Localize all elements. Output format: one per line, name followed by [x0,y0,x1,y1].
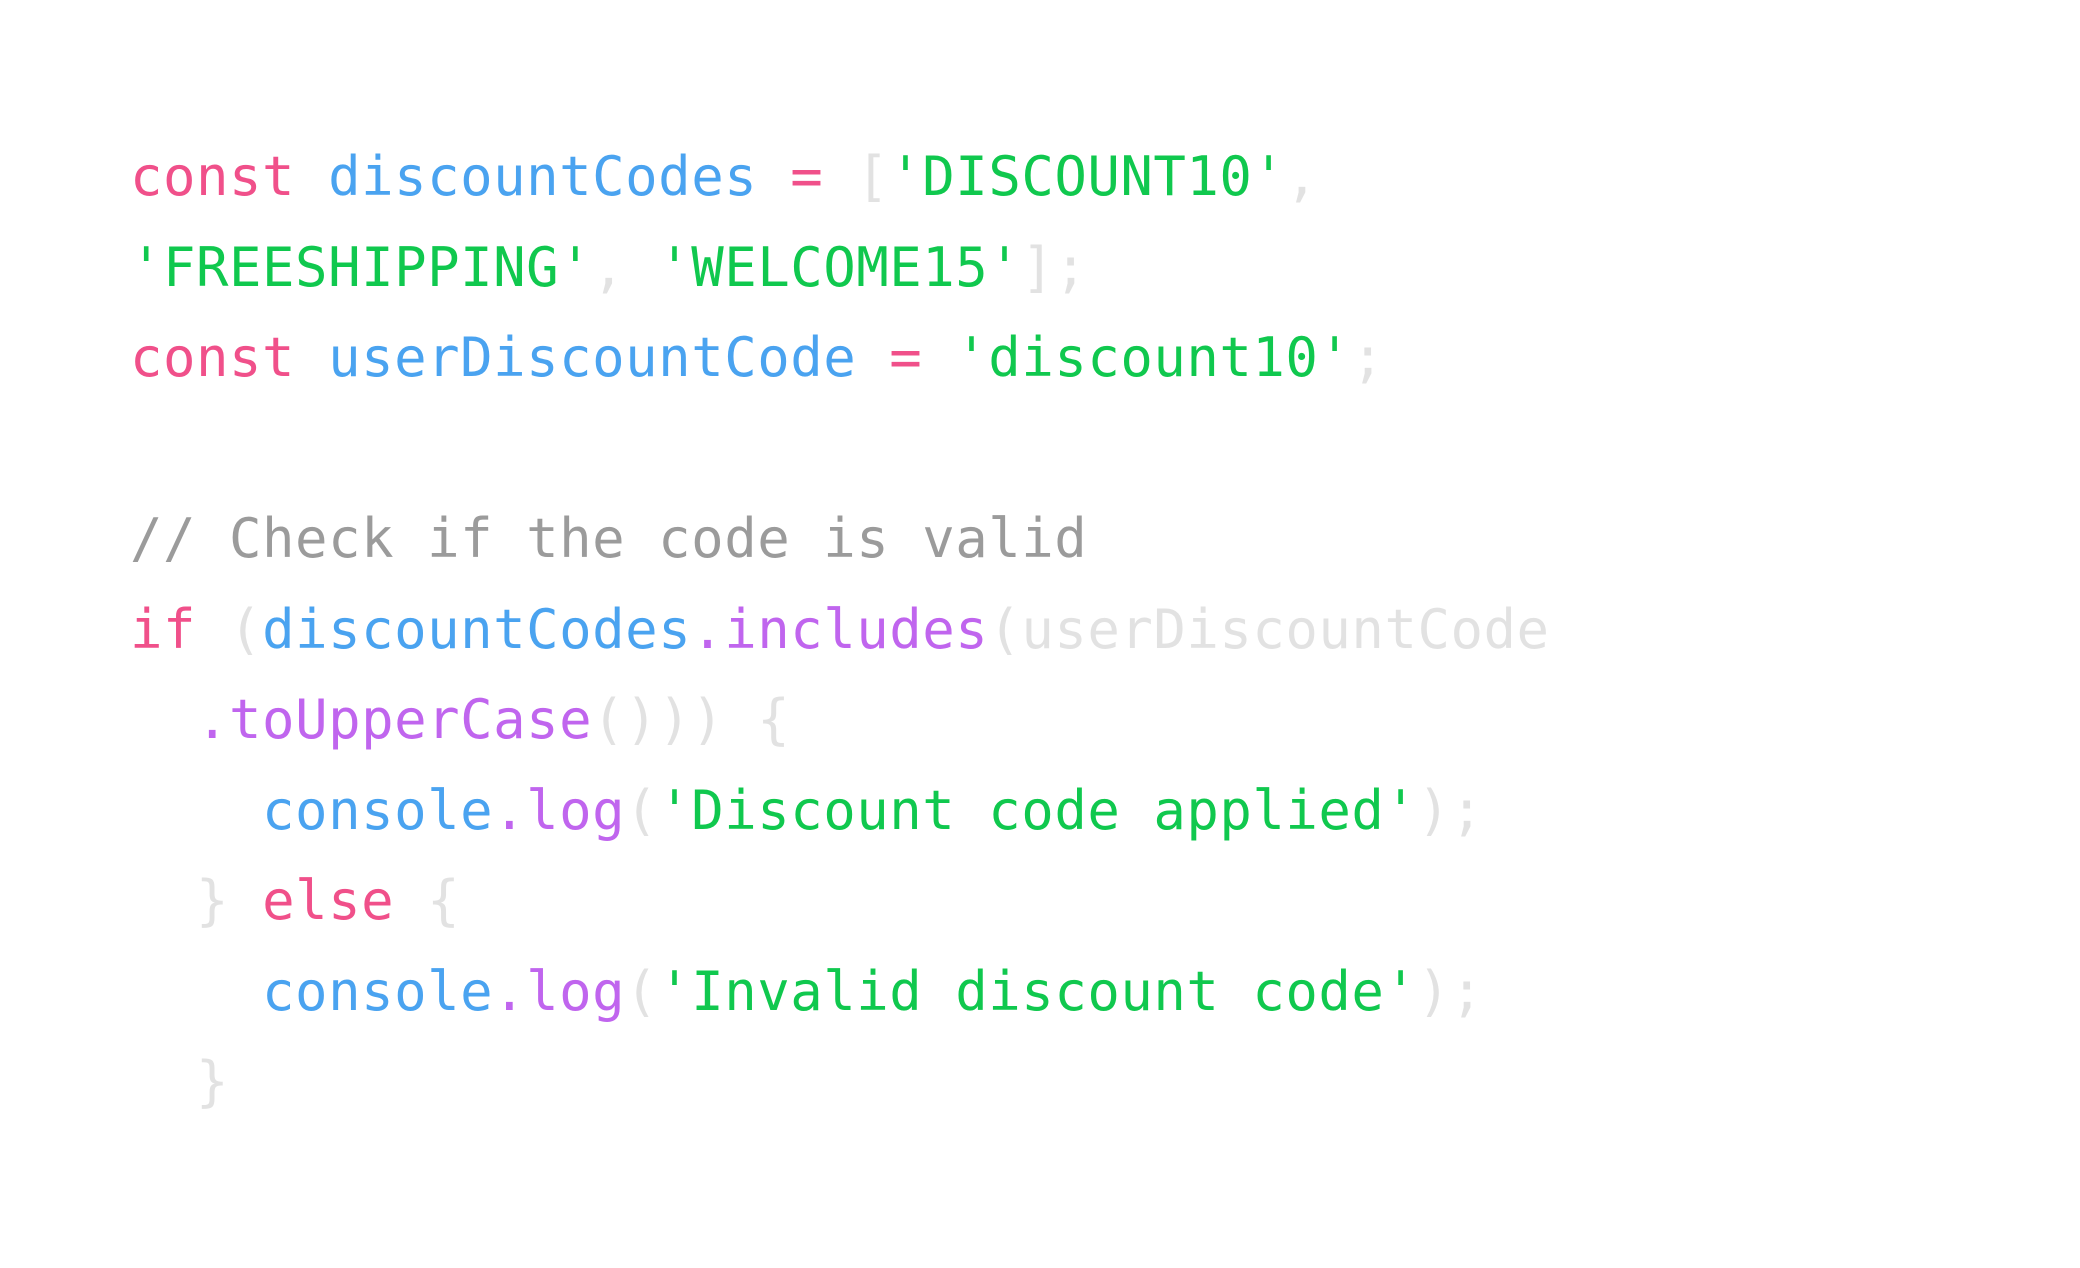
code-token-keyword: = [889,326,923,389]
code-token-punct: ); [1417,778,1484,842]
code-token-punct: (userDiscountCode [988,597,1550,661]
code-line: .toUpperCase())) { [130,675,1550,766]
code-token-punct: , [1285,145,1319,208]
code-token-punct: ( [625,778,659,842]
code-token-string: 'Discount code applied' [658,778,1418,842]
code-token-method: .includes [691,597,989,661]
code-token-identifier: discountCodes [328,145,758,208]
code-token-method: .log [493,778,626,842]
code-token-punct: ); [1417,959,1484,1023]
code-token-string: 'FREESHIPPING' [130,235,593,299]
code-token-identifier: console [262,959,494,1023]
code-token-punct: ( [229,597,263,661]
code-token-punct: } [196,1050,230,1113]
code-line: } [130,1037,1550,1128]
code-token-keyword: else [262,869,395,932]
code-line: 'FREESHIPPING', 'WELCOME15']; [130,223,1550,314]
code-token-identifier: userDiscountCode [328,326,857,389]
code-token-punct: , [592,235,659,299]
code-token-keyword: if [130,597,197,661]
code-token-keyword: = [790,145,824,208]
code-line: console.log('Discount code applied'); [130,766,1550,857]
code-token-punct: [ [856,145,890,208]
code-token-string: 'DISCOUNT10' [889,145,1286,208]
code-token-punct: ())) { [592,688,791,751]
code-token-identifier: console [262,778,494,842]
code-token-keyword: const [130,145,296,208]
code-token-string: 'Invalid discount code' [658,959,1418,1023]
code-token-method: .toUpperCase [196,688,593,751]
code-token-string: 'discount10' [955,326,1352,389]
code-line: console.log('Invalid discount code'); [130,947,1550,1038]
code-token-punct: } [196,869,230,932]
code-line: if (discountCodes.includes(userDiscountC… [130,585,1550,676]
code-snippet: const discountCodes = ['DISCOUNT10', 'FRE… [130,132,1550,1128]
code-line: const discountCodes = ['DISCOUNT10', [130,132,1550,223]
code-token-string: 'WELCOME15' [658,235,1022,299]
code-line: } else { [130,856,1550,947]
code-line: const userDiscountCode = 'discount10'; [130,313,1550,404]
code-token-punct: { [427,869,461,932]
code-token-punct: ( [625,959,659,1023]
code-token-punct: ; [1351,326,1385,389]
code-token-method: .log [493,959,626,1023]
code-line: // Check if the code is valid [130,494,1550,585]
code-token-comment: // Check if the code is valid [130,507,1088,570]
code-token-punct: ]; [1021,235,1088,299]
code-token-keyword: const [130,326,296,389]
code-token-identifier: discountCodes [262,597,692,661]
